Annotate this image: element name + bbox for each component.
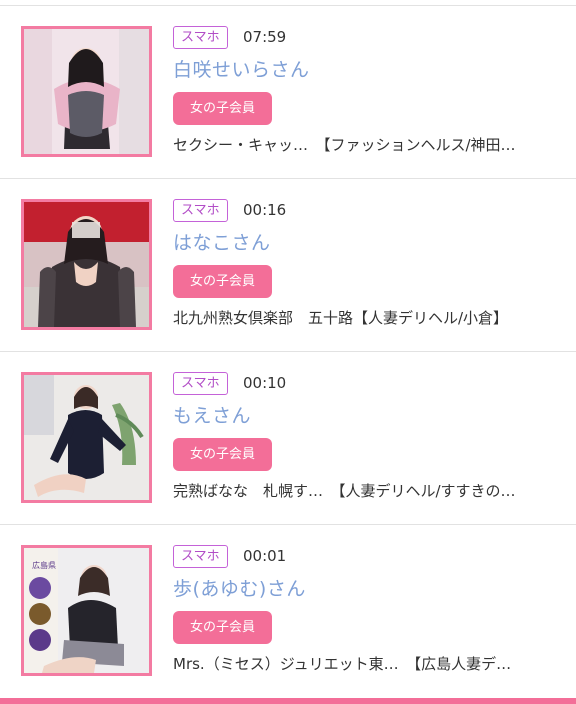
login-time: 00:01 [243,547,287,565]
device-badge: スマホ [173,545,228,568]
list-item[interactable]: 広島県 スマホ 00:01 歩(あゆむ)さん 女の子会員 Mrs.（ミセス）ジュ… [0,525,576,698]
thumb-overlay-text: 広島県 [32,561,56,570]
girl-name-link[interactable]: 歩(あゆむ)さん [173,576,306,602]
login-time: 00:10 [243,374,287,392]
profile-photo[interactable] [21,199,152,330]
girl-name-link[interactable]: はなこさん [173,230,271,256]
list-item[interactable]: スマホ 00:16 はなこさん 女の子会員 北九州熟女倶楽部 五十路【人妻デリヘ… [0,179,576,352]
list-item[interactable]: スマホ 07:59 白咲せいらさん 女の子会員 セクシー・キャッ… 【ファッショ… [0,6,576,179]
girl-name-link[interactable]: もえさん [173,403,251,429]
shop-name-link[interactable]: Mrs.（ミセス）ジュリエット東… 【広島人妻デ… [173,653,563,675]
shop-name-link[interactable]: 北九州熟女倶楽部 五十路【人妻デリヘル/小倉】 [173,307,563,329]
member-badge: 女の子会員 [173,611,272,644]
device-badge: スマホ [173,372,228,395]
member-badge: 女の子会員 [173,438,272,471]
profile-photo[interactable] [21,26,152,157]
login-time: 07:59 [243,28,287,46]
member-badge: 女の子会員 [173,92,272,125]
bottom-accent-bar [0,698,576,704]
shop-name-link[interactable]: セクシー・キャッ… 【ファッションヘルス/神田… [173,134,563,156]
shop-name-link[interactable]: 完熟ばなな 札幌す… 【人妻デリヘル/すすきの… [173,480,563,502]
device-badge: スマホ [173,199,228,222]
login-time: 00:16 [243,201,287,219]
page: スマホ 07:59 白咲せいらさん 女の子会員 セクシー・キャッ… 【ファッショ… [0,0,576,704]
list-item[interactable]: スマホ 00:10 もえさん 女の子会員 完熟ばなな 札幌す… 【人妻デリヘル/… [0,352,576,525]
profile-photo[interactable]: 広島県 [21,545,152,676]
profile-photo[interactable] [21,372,152,503]
member-badge: 女の子会員 [173,265,272,298]
girl-name-link[interactable]: 白咲せいらさん [173,57,310,83]
device-badge: スマホ [173,26,228,49]
recent-login-list: スマホ 07:59 白咲せいらさん 女の子会員 セクシー・キャッ… 【ファッショ… [0,6,576,698]
